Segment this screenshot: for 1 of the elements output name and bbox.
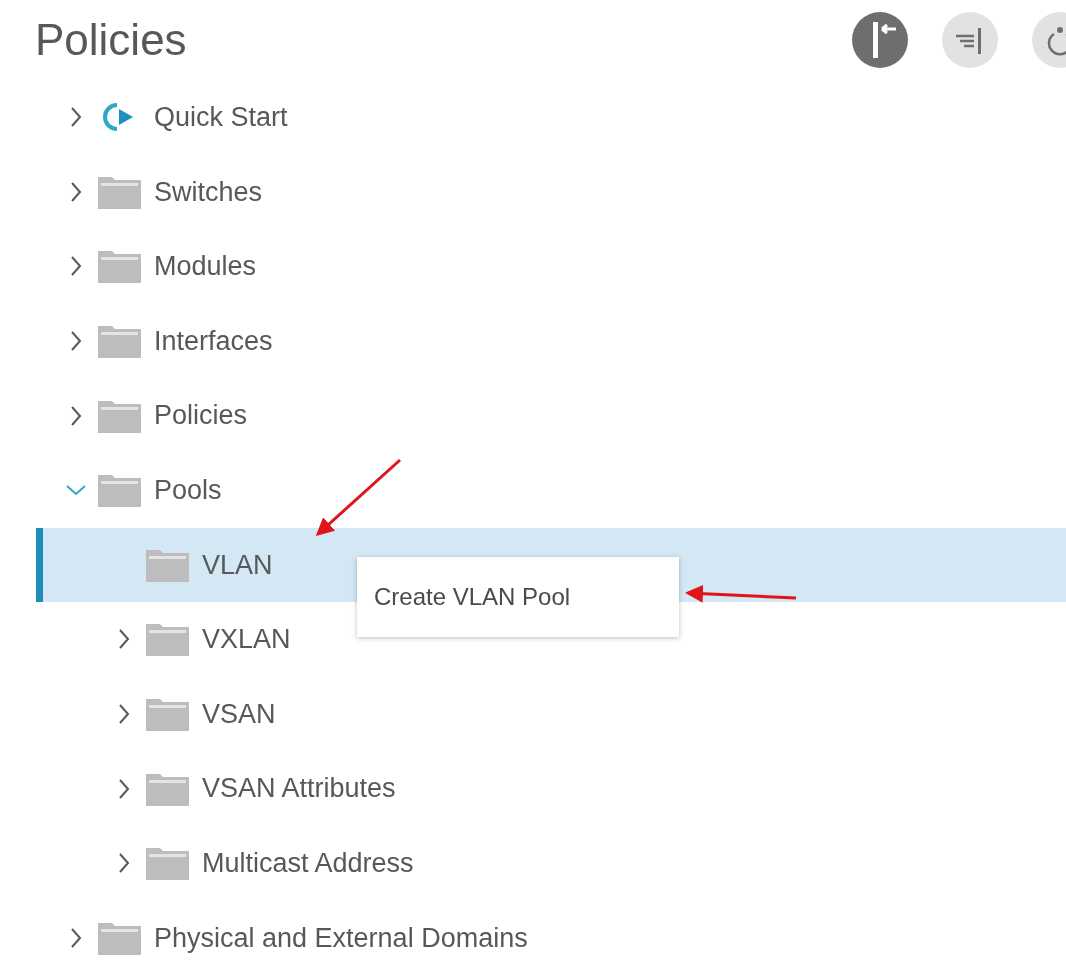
page-title: Policies <box>35 18 187 62</box>
